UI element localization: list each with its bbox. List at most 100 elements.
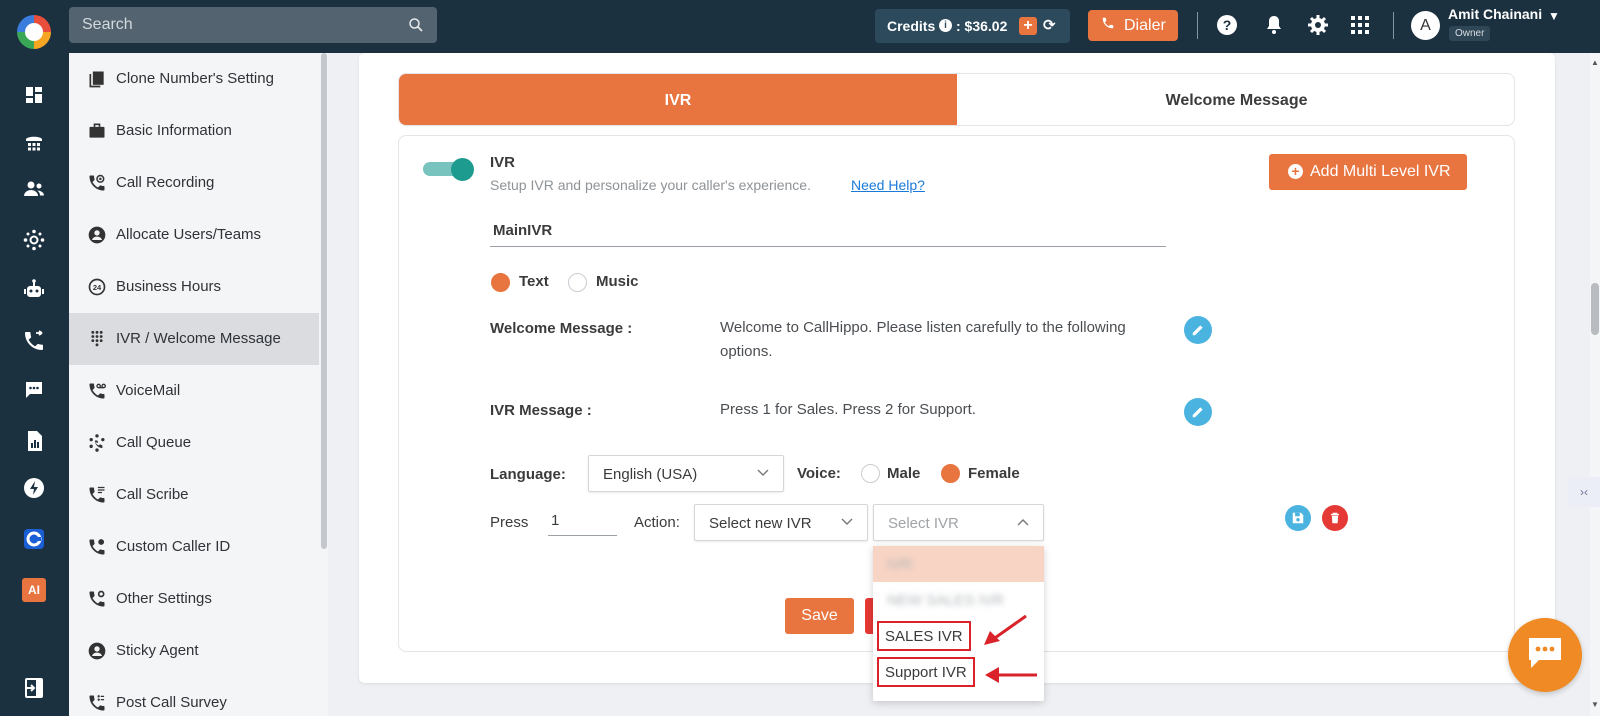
chat-icon[interactable] bbox=[22, 378, 46, 402]
welcome-message-value: Welcome to CallHippo. Please listen care… bbox=[720, 319, 1126, 360]
scroll-up-icon[interactable]: ▲ bbox=[1591, 58, 1599, 67]
type-text-radio[interactable] bbox=[491, 273, 510, 292]
call-recording-icon bbox=[89, 174, 105, 191]
info-icon[interactable]: i bbox=[939, 19, 952, 32]
user-role-badge: Owner bbox=[1449, 26, 1491, 41]
integrations-icon[interactable] bbox=[22, 228, 46, 252]
add-credits-button[interactable]: + bbox=[1019, 17, 1037, 35]
dialpad-icon[interactable] bbox=[22, 132, 46, 156]
ai-icon[interactable]: AI bbox=[22, 578, 46, 602]
trash-icon bbox=[1330, 512, 1340, 524]
edit-ivr-message-button[interactable] bbox=[1184, 398, 1212, 426]
settings-phone-icon bbox=[89, 590, 105, 607]
option-label: NEW SALES IVR bbox=[887, 592, 1004, 609]
ivr-message-label: IVR Message : bbox=[490, 402, 592, 419]
search-input[interactable] bbox=[69, 7, 399, 43]
help-icon[interactable]: ? bbox=[1215, 13, 1239, 37]
nav-scrollbar[interactable] bbox=[320, 53, 328, 716]
logout-icon[interactable] bbox=[22, 676, 46, 700]
contacts-icon[interactable] bbox=[22, 177, 46, 201]
scroll-down-icon[interactable]: ▼ bbox=[1591, 700, 1599, 709]
search-icon[interactable] bbox=[407, 16, 425, 34]
save-button[interactable]: Save bbox=[785, 598, 854, 634]
plus-circle-icon: + bbox=[1288, 164, 1303, 179]
need-help-link[interactable]: Need Help? bbox=[851, 177, 925, 193]
annotation-arrow-icon bbox=[985, 667, 1037, 683]
collapse-side-tab[interactable]: ›‹ bbox=[1568, 477, 1600, 507]
nav-item-call-queue[interactable]: Call Queue bbox=[69, 417, 319, 469]
nav-item-label: Call Scribe bbox=[116, 486, 189, 503]
ivr-tabs: IVR Welcome Message bbox=[398, 73, 1515, 126]
language-select[interactable]: English (USA) bbox=[588, 455, 784, 492]
nav-item-label: Post Call Survey bbox=[116, 694, 227, 711]
call-queue-icon bbox=[89, 434, 105, 452]
nav-item-label: IVR / Welcome Message bbox=[116, 330, 281, 347]
dialer-button[interactable]: Dialer bbox=[1088, 10, 1178, 41]
nav-item-other-settings[interactable]: Other Settings bbox=[69, 573, 319, 625]
dashboard-icon[interactable] bbox=[22, 83, 46, 107]
avatar[interactable]: A bbox=[1411, 11, 1440, 40]
nav-item-call-recording[interactable]: Call Recording bbox=[69, 157, 319, 209]
annotation-arrow-icon bbox=[984, 614, 1027, 645]
option-label: Support IVR bbox=[877, 657, 975, 687]
ivr-toggle[interactable] bbox=[423, 158, 475, 181]
page-scroll-thumb[interactable] bbox=[1591, 283, 1599, 335]
page-scrollbar[interactable] bbox=[1590, 53, 1600, 716]
search-box[interactable] bbox=[69, 7, 437, 43]
list-item[interactable]: IVR bbox=[873, 546, 1044, 582]
toggle-knob bbox=[451, 158, 474, 181]
nav-scroll-thumb[interactable] bbox=[321, 53, 327, 549]
nav-item-allocate-users-teams[interactable]: Allocate Users/Teams bbox=[69, 209, 319, 261]
reports-icon[interactable] bbox=[22, 429, 46, 453]
save-option-button[interactable] bbox=[1285, 505, 1311, 531]
select-ivr-dropdown[interactable]: Select IVR bbox=[873, 504, 1044, 541]
ivr-name-input[interactable] bbox=[490, 215, 1166, 247]
voice-female-radio[interactable] bbox=[941, 464, 960, 483]
live-chat-button[interactable] bbox=[1508, 618, 1582, 692]
power-dialer-icon[interactable] bbox=[22, 476, 46, 500]
nav-item-label: Custom Caller ID bbox=[116, 538, 231, 555]
divider bbox=[1197, 12, 1198, 39]
ivr-title: IVR bbox=[490, 154, 516, 171]
nav-item-label: VoiceMail bbox=[116, 382, 181, 399]
nav-item-clone-number-setting[interactable]: Clone Number's Setting bbox=[69, 53, 319, 105]
notification-bell-icon[interactable] bbox=[1262, 13, 1286, 37]
nav-item-call-scribe[interactable]: Call Scribe bbox=[69, 469, 319, 521]
press-key-input[interactable] bbox=[548, 506, 617, 536]
nav-item-sticky-agent[interactable]: Sticky Agent bbox=[69, 625, 319, 677]
nav-item-label: Basic Information bbox=[116, 122, 232, 139]
user-name[interactable]: Amit Chainani bbox=[1448, 6, 1542, 22]
callhippo-logo[interactable] bbox=[17, 15, 51, 49]
gear-icon[interactable] bbox=[1306, 13, 1330, 37]
tab-ivr[interactable]: IVR bbox=[399, 74, 957, 125]
survey-icon bbox=[89, 695, 105, 711]
nav-item-business-hours[interactable]: 24 Business Hours bbox=[69, 261, 319, 313]
refresh-icon[interactable]: ⟳ bbox=[1043, 16, 1056, 34]
top-bar: Credits i : $36.02 + ⟳ Dialer ? A Amit C… bbox=[0, 0, 1600, 53]
nav-item-basic-information[interactable]: Basic Information bbox=[69, 105, 319, 157]
clone-icon bbox=[89, 71, 104, 88]
dialer-label: Dialer bbox=[1124, 17, 1166, 34]
nav-item-custom-caller-id[interactable]: Custom Caller ID bbox=[69, 521, 319, 573]
apps-grid-icon[interactable] bbox=[1348, 13, 1372, 37]
chevron-down-icon bbox=[757, 469, 769, 476]
nav-item-ivr-welcome-message[interactable]: IVR / Welcome Message bbox=[69, 313, 319, 365]
delete-option-button[interactable] bbox=[1322, 505, 1348, 531]
nav-item-voicemail[interactable]: VoiceMail bbox=[69, 365, 319, 417]
add-multi-level-ivr-label: Add Multi Level IVR bbox=[1310, 163, 1451, 180]
credits-widget: Credits i : $36.02 + ⟳ bbox=[875, 9, 1070, 43]
divider bbox=[1393, 12, 1394, 39]
call-logs-icon[interactable] bbox=[22, 329, 46, 353]
caret-down-icon[interactable]: ▼ bbox=[1548, 9, 1560, 23]
voice-male-radio[interactable] bbox=[861, 464, 880, 483]
chevron-down-icon bbox=[841, 518, 853, 525]
voicemail-icon bbox=[89, 383, 106, 399]
callhippo-c-icon[interactable] bbox=[22, 527, 46, 551]
nav-item-post-call-survey[interactable]: Post Call Survey bbox=[69, 677, 319, 716]
edit-welcome-message-button[interactable] bbox=[1184, 316, 1212, 344]
action-select[interactable]: Select new IVR bbox=[694, 504, 868, 541]
tab-welcome-message[interactable]: Welcome Message bbox=[957, 74, 1514, 125]
bot-icon[interactable] bbox=[22, 278, 46, 302]
type-music-radio[interactable] bbox=[568, 273, 587, 292]
add-multi-level-ivr-button[interactable]: + Add Multi Level IVR bbox=[1269, 154, 1467, 190]
